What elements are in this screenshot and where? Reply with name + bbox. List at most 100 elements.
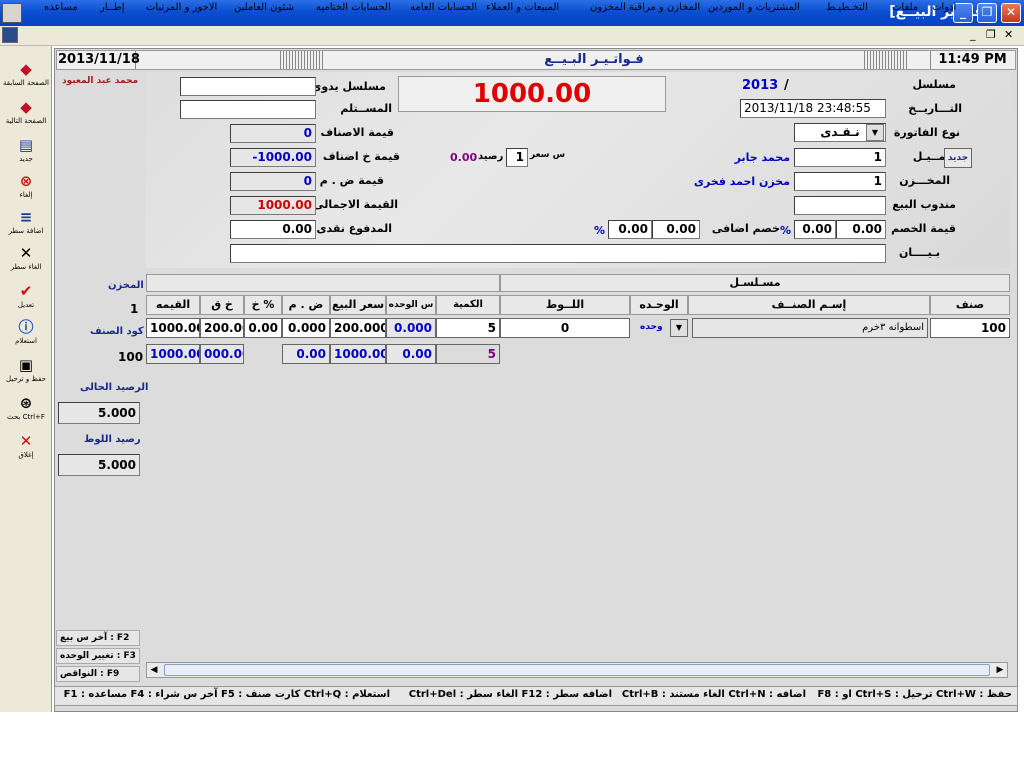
discount-percent-field[interactable]: 0.00 xyxy=(794,220,836,239)
paid-cash-label: المدفوع نقدى xyxy=(316,222,392,235)
row-value[interactable]: 1000.00 xyxy=(146,318,200,338)
price-level-field[interactable]: 1 xyxy=(506,148,528,167)
row-unit: وحده xyxy=(640,322,663,332)
prev-page-button[interactable]: ◆ الصفحة السابقة xyxy=(2,60,50,96)
menu-help[interactable]: مساعده xyxy=(44,2,78,13)
row-lot[interactable]: 0 xyxy=(500,318,630,338)
scrollbar-thumb[interactable] xyxy=(164,664,990,676)
menu-tools[interactable]: ادوات xyxy=(932,2,956,13)
menu-general-accounts[interactable]: الحسابات العامه xyxy=(410,2,477,13)
menu-closing-accounts[interactable]: الحسابات الختاميه xyxy=(316,2,391,13)
row-quantity[interactable]: 5 xyxy=(436,318,500,338)
form-title: فـواتـيـر البـيــع xyxy=(544,52,644,67)
header-date: 2013/11/18 xyxy=(58,51,140,69)
search-button[interactable]: ⊛ بحث Ctrl+F xyxy=(2,394,50,430)
new-button[interactable]: ▤ جديد xyxy=(2,136,50,172)
row-discount-value[interactable]: 200.000 xyxy=(200,318,244,338)
inquiry-button[interactable]: ⓘ استعلام xyxy=(2,318,50,354)
manual-serial-field[interactable] xyxy=(180,77,316,96)
items-value-field: 0 xyxy=(230,124,316,143)
checkmark-icon: ✔ xyxy=(19,282,33,300)
row-discount-percent[interactable]: 0.00 xyxy=(244,318,282,338)
mdi-restore-button[interactable]: ❐ xyxy=(986,28,996,41)
row-tax[interactable]: 0.000 xyxy=(282,318,330,338)
add-row-button[interactable]: ≡ اضافة سطر xyxy=(2,208,50,244)
new-customer-button[interactable]: جديد xyxy=(944,148,972,168)
remove-row-button[interactable]: ✕ الغاء سطر xyxy=(2,244,50,280)
next-page-button[interactable]: ◆ الصفحة التالية xyxy=(2,98,50,134)
price-level-label: س سعر xyxy=(530,150,566,160)
sales-rep-field[interactable] xyxy=(794,196,886,215)
edit-button[interactable]: ✔ تعديل xyxy=(2,282,50,318)
balance-label: رصيد xyxy=(478,151,504,162)
scroll-right-icon[interactable]: ▶ xyxy=(993,663,1007,677)
delete-button[interactable]: ⊗ إلغاء xyxy=(2,172,50,208)
header-decoration-left xyxy=(280,51,324,69)
note-field[interactable] xyxy=(230,244,886,263)
chevron-down-icon[interactable]: ▼ xyxy=(866,124,884,141)
total-value: 1000.00 xyxy=(146,344,200,364)
add-row-icon: ≡ xyxy=(19,208,33,226)
col-lot[interactable]: اللــوط xyxy=(500,295,630,315)
store-code-field[interactable]: 1 xyxy=(794,172,886,191)
invoice-datetime-field[interactable]: 2013/11/18 23:48:55 xyxy=(740,99,886,118)
receiver-field[interactable] xyxy=(180,100,316,119)
close-button[interactable]: ✕ xyxy=(1001,3,1021,23)
col-discount-value[interactable]: خ ق xyxy=(200,295,244,315)
menu-window[interactable]: إطــار xyxy=(100,2,124,13)
menu-inventory[interactable]: المخازن و مراقبة المخزون xyxy=(590,2,700,13)
mdi-minimize-button[interactable]: _ xyxy=(970,28,976,41)
app-icon[interactable] xyxy=(2,3,22,23)
col-quantity[interactable]: الكمية xyxy=(436,295,500,315)
extra-discount-percent-field[interactable]: 0.00 xyxy=(608,220,652,239)
row-sale-price[interactable]: 200.000 xyxy=(330,318,386,338)
menu-hr[interactable]: شئون العاملين xyxy=(234,2,294,13)
invoice-type-label: نوع الفاتورة xyxy=(893,126,960,139)
mdi-close-button[interactable]: ✕ xyxy=(1004,28,1013,41)
side-item-code-label: كود الصنف xyxy=(90,326,144,337)
total-sale-price: 1000.00 xyxy=(330,344,386,364)
maximize-button[interactable]: ❐ xyxy=(977,3,997,23)
menu-sales[interactable]: المبيعات و العملاء xyxy=(486,2,559,13)
note-label: بـيــــان xyxy=(899,246,940,259)
customer-code-field[interactable]: 1 xyxy=(794,148,886,167)
row-item-code[interactable]: 100 xyxy=(930,318,1010,338)
menu-purchases[interactable]: المشتريات و الموردين xyxy=(708,2,800,13)
tax-label: قيمة ض . م xyxy=(319,174,384,187)
menu-planning[interactable]: التخـطيـط xyxy=(826,2,868,13)
total-display: 1000.00 xyxy=(398,76,666,112)
menu-files[interactable]: ملفات xyxy=(892,2,918,13)
menu-payroll[interactable]: الاجور و المرتبات xyxy=(146,2,217,13)
side-item-code-value: 100 xyxy=(118,350,144,364)
balance-value: 0.00 xyxy=(450,151,478,164)
delete-icon: ⊗ xyxy=(19,172,33,190)
hint-shortages: النواقص : F9 xyxy=(56,666,140,682)
scroll-left-icon[interactable]: ◀ xyxy=(147,663,161,677)
total-discount-value: 000.00 xyxy=(200,344,244,364)
save-button[interactable]: ▣ حفظ و ترحيل xyxy=(2,356,50,392)
discount-percent-sign: % xyxy=(780,224,792,237)
col-unit[interactable]: الوحـده xyxy=(630,295,688,315)
paid-cash-field[interactable]: 0.00 xyxy=(230,220,316,239)
lot-balance-field: 5.000 xyxy=(58,454,140,476)
mdi-icon[interactable] xyxy=(2,27,18,43)
col-value[interactable]: القيمه xyxy=(146,295,200,315)
row-item-name[interactable]: اسطوانه ٣خرم xyxy=(692,318,928,338)
col-unit-price[interactable]: س الوحده xyxy=(386,295,436,315)
status-row-shortcuts: اضافه سطر : F12 الغاء سطر : Ctrl+Del xyxy=(408,689,612,700)
col-item-name[interactable]: إسـم الصنــف xyxy=(688,295,930,315)
discount-value-field[interactable]: 0.00 xyxy=(836,220,886,239)
extra-discount-value-field[interactable]: 0.00 xyxy=(652,220,700,239)
extra-discount-percent-sign: % xyxy=(594,224,606,237)
arrow-right-icon: ◆ xyxy=(20,98,32,116)
col-discount-percent[interactable]: خ % xyxy=(244,295,282,315)
col-item-code[interactable]: صنف xyxy=(930,295,1010,315)
store-name: مخزن احمد فخرى xyxy=(693,175,790,188)
exit-button[interactable]: ✕ إغلاق xyxy=(2,432,50,468)
unit-dropdown-icon[interactable]: ▼ xyxy=(670,319,688,337)
col-tax[interactable]: ض . م xyxy=(282,295,330,315)
col-sale-price[interactable]: سعر البيع xyxy=(330,295,386,315)
current-balance-label: الرصيد الحالى xyxy=(80,382,149,393)
date-label: التـــاريــخ xyxy=(908,102,962,115)
lot-balance-label: رصيد اللوط xyxy=(84,434,141,445)
